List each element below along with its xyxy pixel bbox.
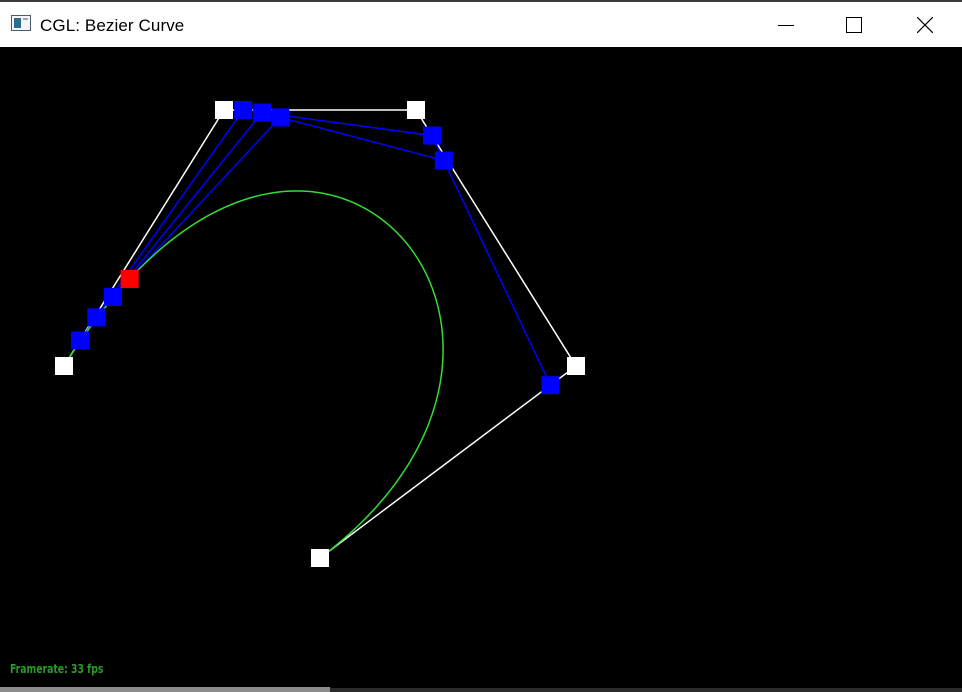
curve-point (120, 269, 139, 288)
framerate-label: Framerate: 33 fps (10, 662, 104, 676)
construction-point-l1-1 (71, 331, 89, 350)
bezier-scene[interactable] (0, 0, 962, 692)
construction-point-l3-1 (103, 287, 122, 306)
scroll-track (330, 688, 962, 692)
scroll-indicator (0, 687, 330, 692)
construction-point-l2-3 (434, 151, 453, 170)
construction-point-l3-2 (271, 108, 290, 127)
control-point-1[interactable] (55, 357, 73, 375)
construction-point-l1-2 (234, 101, 253, 119)
construction-lines (79, 109, 552, 386)
construction-point-l1-4 (541, 376, 560, 395)
construction-point-l1-3 (423, 126, 441, 145)
control-point-2[interactable] (215, 101, 233, 119)
points-layer (55, 101, 585, 567)
control-point-3[interactable] (407, 101, 425, 119)
construction-line-level-1 (79, 109, 552, 386)
bezier-curve (63, 190, 444, 559)
construction-point-l2-1 (87, 308, 106, 327)
control-point-5[interactable] (311, 549, 329, 567)
construction-point-l2-2 (253, 103, 272, 122)
construction-line-level-2 (95, 111, 445, 318)
control-point-4[interactable] (567, 357, 585, 375)
control-polygon-line (63, 109, 578, 559)
control-polygon (63, 109, 578, 559)
app-window: CGL: Bezier Curve Framerate: 33 fps (0, 0, 962, 692)
